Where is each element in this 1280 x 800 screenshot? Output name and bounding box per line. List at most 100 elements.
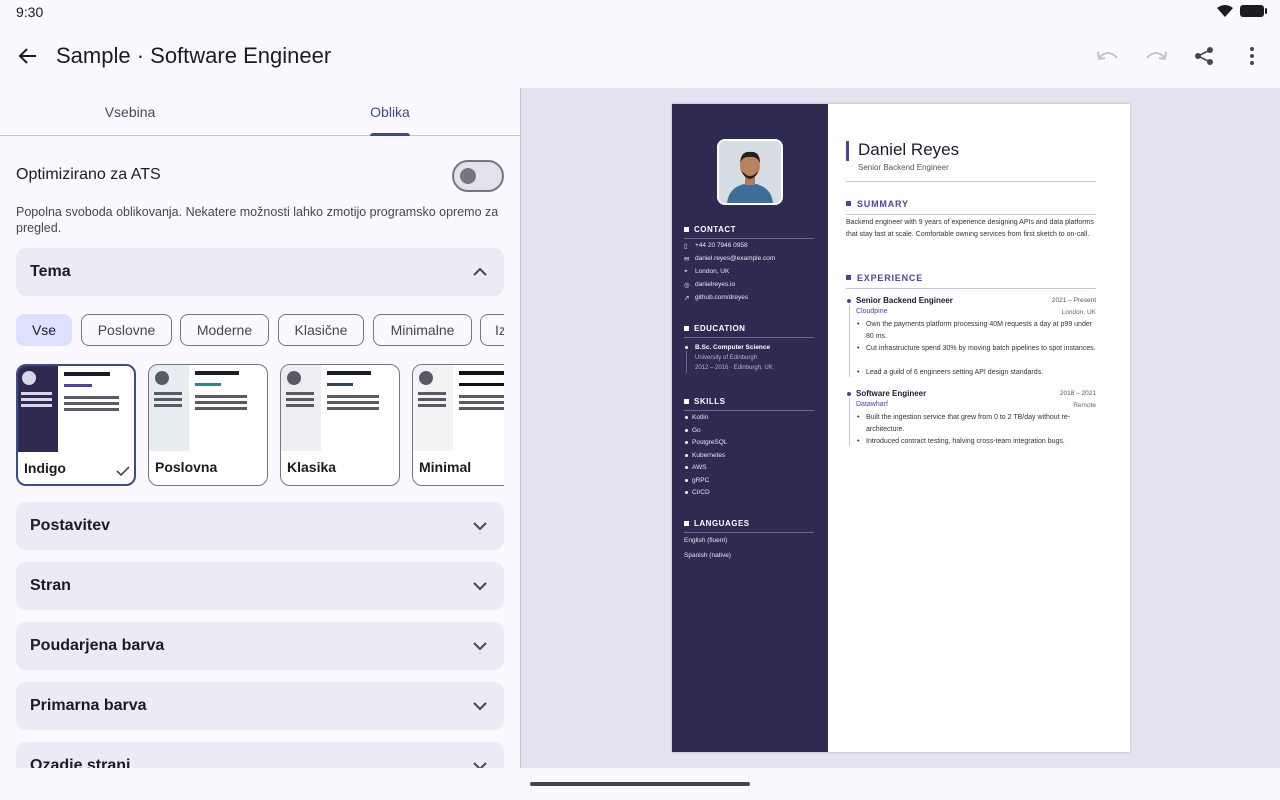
job-dates: 2018 – 2021	[1059, 390, 1096, 397]
divider	[684, 410, 814, 411]
template-gallery: Indigo Poslovna Klasika Minimal	[16, 364, 504, 490]
tab-indicator	[370, 133, 410, 136]
link-icon: ↗	[684, 295, 690, 302]
template-preview	[149, 365, 267, 451]
battery-icon	[1240, 5, 1267, 17]
contact-heading: CONTACT	[684, 225, 736, 234]
resume-name: Daniel Reyes	[858, 140, 960, 159]
section-title: Poudarjena barva	[30, 637, 165, 654]
contact-email: daniel.reyes@example.com	[695, 255, 776, 262]
contact-github: github.com/dreyes	[695, 294, 749, 301]
phone-icon: ▯	[684, 243, 688, 250]
template-label: Indigo	[24, 460, 66, 476]
ats-toggle[interactable]	[452, 160, 504, 192]
template-preview	[413, 365, 504, 451]
skill-item: Kubernetes	[684, 452, 726, 459]
skill-item: Kotlin	[684, 414, 709, 421]
chip-all[interactable]: Vse	[16, 314, 72, 346]
section-title: Ozadje strani	[30, 757, 131, 768]
template-classic[interactable]: Klasika	[280, 364, 400, 486]
education-line	[686, 351, 687, 373]
share-button[interactable]	[1184, 36, 1224, 76]
tab-content[interactable]: Vsebina	[0, 88, 260, 136]
section-accent-color[interactable]: Poudarjena barva	[16, 622, 504, 670]
more-options-button[interactable]	[1232, 36, 1272, 76]
job-title: Software Engineer	[856, 389, 927, 398]
name-accent-bar	[846, 141, 849, 161]
divider	[684, 532, 814, 533]
chip-business[interactable]: Poslovne	[81, 314, 172, 346]
section-theme[interactable]: Tema	[16, 248, 504, 296]
divider	[684, 337, 814, 338]
location-icon: ⌖	[684, 268, 688, 275]
design-panel: Vsebina Oblika Optimizirano za ATS Popol…	[0, 88, 520, 768]
contact-location: London, UK	[695, 268, 730, 275]
web-icon: ◎	[684, 282, 690, 289]
undo-button[interactable]	[1088, 36, 1128, 76]
resume-role: Senior Backend Engineer	[858, 163, 949, 172]
language-item: English (fluent)	[684, 537, 728, 544]
tab-bar: Vsebina Oblika	[0, 88, 520, 136]
section-page[interactable]: Stran	[16, 562, 504, 610]
job-bullet: Introduced contract testing, halving cro…	[857, 436, 1098, 448]
tab-design[interactable]: Oblika	[260, 88, 520, 136]
resume-preview-panel: CONTACT ▯ +44 20 7946 0958 ✉ daniel.reye…	[520, 88, 1280, 768]
section-primary-color[interactable]: Primarna barva	[16, 682, 504, 730]
chevron-down-icon	[473, 702, 487, 711]
job-company: Datawharf	[856, 401, 888, 408]
profile-photo	[717, 139, 783, 205]
education-heading: EDUCATION	[684, 324, 745, 333]
contact-website: danielreyes.io	[695, 281, 736, 288]
skill-item: AWS	[685, 464, 707, 471]
template-minimal[interactable]: Minimal	[412, 364, 504, 486]
job-bullet: Lead a guild of 6 engineers setting API …	[857, 367, 1098, 379]
section-title: Primarna barva	[30, 697, 147, 714]
template-preview	[281, 365, 399, 451]
status-time: 9:30	[16, 4, 44, 20]
job-dot	[847, 392, 851, 396]
divider	[846, 181, 1096, 182]
summary-text: Backend engineer with 9 years of experie…	[846, 219, 1094, 238]
arrow-back-icon	[18, 48, 36, 64]
gesture-nav-handle[interactable]	[530, 782, 750, 786]
chip-minimal[interactable]: Minimalne	[373, 314, 472, 346]
share-icon	[1195, 47, 1213, 65]
more-vert-icon	[1250, 47, 1254, 65]
resume-page[interactable]: CONTACT ▯ +44 20 7946 0958 ✉ daniel.reye…	[672, 104, 1130, 752]
back-button[interactable]	[12, 36, 44, 76]
experience-heading: EXPERIENCE	[846, 273, 923, 283]
divider	[846, 288, 1096, 289]
divider	[684, 238, 814, 239]
education-degree: B.Sc. Computer Science	[695, 344, 771, 351]
toggle-knob	[460, 168, 476, 184]
template-preview	[18, 366, 134, 452]
template-label: Minimal	[419, 459, 472, 475]
job-company: Cloudpine	[856, 308, 888, 315]
chip-modern[interactable]: Moderne	[180, 314, 269, 346]
redo-icon	[1146, 51, 1167, 61]
chip-classic[interactable]: Klasične	[278, 314, 364, 346]
summary-heading: SUMMARY	[846, 199, 909, 209]
education-years: 2012 – 2016 · Edinburgh, UK	[695, 365, 773, 371]
chevron-down-icon	[473, 582, 487, 591]
section-theme-title: Tema	[30, 263, 71, 280]
skill-item: Go	[685, 427, 701, 434]
chevron-down-icon	[473, 762, 487, 768]
template-indigo[interactable]: Indigo	[16, 364, 136, 486]
job-dates: 2021 – Present	[1051, 297, 1096, 304]
job-bullet: Own the payments platform processing 40M…	[857, 319, 1098, 343]
chevron-up-icon	[473, 267, 487, 276]
chip-more[interactable]: Iz	[480, 314, 504, 346]
job-line	[848, 305, 850, 377]
chevron-down-icon	[473, 642, 487, 651]
section-page-background[interactable]: Ozadje strani	[16, 742, 504, 768]
skill-item: CI/CD	[685, 489, 710, 496]
section-title: Stran	[30, 577, 71, 594]
template-label: Poslovna	[155, 459, 218, 475]
job-dot	[847, 299, 851, 303]
divider	[846, 214, 1096, 215]
redo-button[interactable]	[1136, 36, 1176, 76]
template-business[interactable]: Poslovna	[148, 364, 268, 486]
skill-item: PostgreSQL	[684, 439, 728, 446]
section-layout[interactable]: Postavitev	[16, 502, 504, 550]
